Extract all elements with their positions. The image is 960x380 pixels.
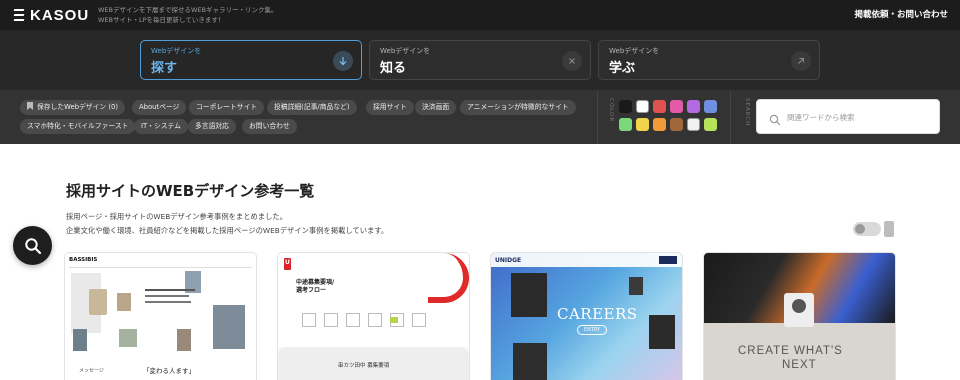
bookmark-icon — [27, 102, 33, 110]
search-input[interactable] — [787, 109, 932, 125]
thumb-portrait-face — [792, 299, 806, 313]
thumb-caption: 中途募集要項/ 選考フロー — [296, 279, 335, 294]
tag-it-system[interactable]: IT・システム — [134, 119, 188, 134]
thumb-photo — [511, 273, 547, 317]
arrow-up-right-icon — [791, 51, 811, 71]
color-swatch[interactable] — [619, 118, 632, 131]
search-icon — [769, 111, 781, 130]
site-thumbnail-1[interactable]: BASSIBIS メッセージ 「変わる人ます」 — [65, 253, 256, 380]
tag-label: 保存したWebデザイン (0) — [37, 103, 118, 111]
search-icon — [24, 237, 41, 254]
view-toggle[interactable] — [853, 222, 881, 236]
grid-view-icon[interactable] — [884, 221, 894, 237]
site-thumbnail-2[interactable]: U 中途募集要項/ 選考フロー 串カツ田中 募集要項 — [278, 253, 469, 380]
thumb-caption: CAREERS — [557, 305, 638, 323]
color-swatch[interactable] — [653, 118, 666, 131]
hero-card-study[interactable]: Webデザインを 学ぶ — [598, 40, 820, 80]
toggle-knob — [855, 224, 865, 234]
hero-card-sub: Webデザインを — [380, 47, 431, 55]
tag-multilingual[interactable]: 多言語対応 — [188, 119, 236, 134]
hero-card-learn[interactable]: Webデザインを 知る — [369, 40, 591, 80]
color-swatch[interactable] — [687, 100, 700, 113]
hero-card-sub: Webデザインを — [609, 47, 660, 55]
thumb-header-button — [659, 256, 677, 264]
tag-about[interactable]: Aboutページ — [132, 100, 187, 115]
tag-corporate[interactable]: コーポレートサイト — [189, 100, 265, 115]
thumb-photo — [649, 315, 675, 349]
logo-mark-icon — [13, 9, 25, 21]
thumb-sub: 串カツ田中 募集要項 — [338, 363, 390, 369]
logo-text: KASOU — [30, 6, 90, 24]
thumb-brand: U — [285, 259, 290, 266]
top-bar: KASOU WEBデザインを下層まで探せるWEBギャラリー・リンク集。 WEBサ… — [0, 0, 960, 30]
thumb-photo — [629, 277, 643, 295]
hero-card-search[interactable]: Webデザインを 探す — [140, 40, 362, 80]
thumb-photo — [73, 329, 87, 351]
arrow-down-icon — [333, 51, 353, 71]
thumb-caption-2: NEXT — [782, 359, 817, 371]
hero-card-title: 学ぶ — [609, 61, 636, 76]
thumb-photo — [119, 329, 137, 347]
site-thumbnail-4[interactable]: CREATE WHAT'S NEXT — [704, 253, 895, 380]
color-swatch[interactable] — [670, 100, 683, 113]
color-swatch[interactable] — [687, 118, 700, 131]
thumb-sub: メッセージ — [79, 368, 104, 374]
site-logo[interactable]: KASOU — [13, 6, 90, 24]
tag-post-detail[interactable]: 投稿詳細(記事/商品など) — [267, 100, 357, 115]
tagline-line-2: WEBサイト・LPを毎日更新していきます！ — [98, 16, 225, 24]
thumb-icon-box — [324, 313, 338, 327]
thumb-icon-box — [368, 313, 382, 327]
thumb-photo — [177, 329, 191, 351]
hero-card-title: 探す — [151, 61, 178, 76]
thumb-photo — [89, 289, 107, 315]
hero-card-title: 知る — [380, 61, 407, 76]
thumb-caption: CREATE WHAT'S — [738, 345, 843, 357]
filter-panel: 保存したWebデザイン (0) Aboutページ コーポレートサイト 投稿詳細(… — [0, 90, 960, 144]
tag-recruit[interactable]: 採用サイト — [366, 100, 414, 115]
tag-saved[interactable]: 保存したWebデザイン (0) — [20, 100, 125, 115]
tagline: WEBデザインを下層まで探せるWEBギャラリー・リンク集。 WEBサイト・LPを… — [98, 5, 278, 25]
thumb-brand: UNIDGE — [495, 257, 522, 264]
page-description-2: 企業文化や働く環境、社員紹介などを掲載した採用ページのWEBデザイン事例を掲載し… — [66, 226, 389, 235]
thumb-nav-line — [69, 267, 252, 268]
color-swatch[interactable] — [636, 100, 649, 113]
color-swatch[interactable] — [619, 100, 632, 113]
thumb-photo — [117, 293, 131, 311]
tag-animation[interactable]: アニメーションが特徴的なサイト — [460, 100, 576, 115]
color-swatch[interactable] — [670, 118, 683, 131]
divider — [730, 90, 731, 144]
hero-nav: Webデザインを 探す Webデザインを 知る Webデザインを 学ぶ — [0, 30, 960, 90]
thumb-icon-fill — [390, 317, 398, 323]
site-thumbnail-3[interactable]: UNIDGE CAREERS ENTRY — [491, 253, 682, 380]
page-title: 採用サイトのWEBデザイン参考一覧 — [66, 182, 315, 200]
color-swatch[interactable] — [704, 100, 717, 113]
thumb-caption: 「変わる人ます」 — [143, 367, 195, 375]
thumb-icon-box — [412, 313, 426, 327]
thumb-sub: ENTRY — [577, 325, 608, 335]
hero-card-sub: Webデザインを — [151, 47, 202, 55]
contact-link[interactable]: 掲載依頼・お問い合わせ — [854, 8, 948, 20]
thumb-text-line — [145, 295, 189, 297]
divider — [597, 90, 598, 144]
keyword-search[interactable] — [756, 99, 940, 134]
color-swatch[interactable] — [653, 100, 666, 113]
color-swatch[interactable] — [636, 118, 649, 131]
tag-payment[interactable]: 決済画面 — [415, 100, 457, 115]
search-label: SEARCH — [744, 98, 750, 127]
tagline-line-1: WEBデザインを下層まで探せるWEBギャラリー・リンク集。 — [98, 6, 278, 14]
thumb-photo — [213, 305, 245, 349]
thumb-photo — [513, 343, 547, 380]
close-circle-icon — [562, 51, 582, 71]
thumb-brand: BASSIBIS — [69, 257, 98, 263]
thumb-icon-box — [346, 313, 360, 327]
page-description-1: 採用ページ・採用サイトのWEBデザイン参考事例をまとめました。 — [66, 212, 287, 221]
tag-mobile-first[interactable]: スマホ特化・モバイルファースト — [20, 119, 136, 134]
thumb-text-line — [145, 289, 195, 291]
floating-search-button[interactable] — [13, 226, 52, 265]
thumb-text-line — [145, 301, 191, 303]
tag-contact[interactable]: お問い合わせ — [242, 119, 297, 134]
color-label: COLOR — [608, 98, 614, 123]
thumb-icon-box — [302, 313, 316, 327]
color-swatch[interactable] — [704, 118, 717, 131]
